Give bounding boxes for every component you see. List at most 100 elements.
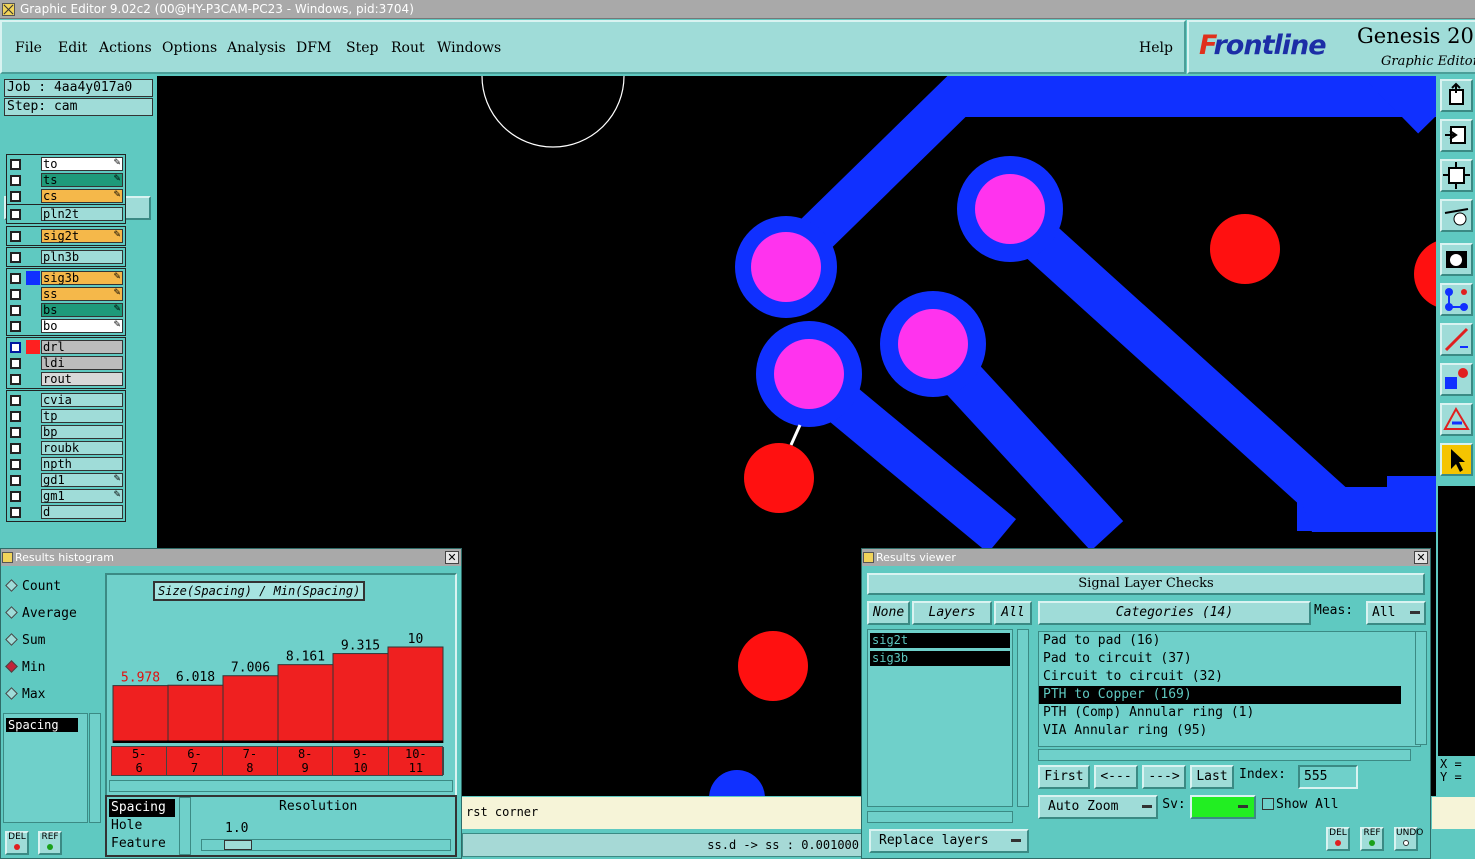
layer-display-checkbox[interactable] bbox=[10, 507, 21, 518]
list-item[interactable]: Spacing bbox=[109, 799, 175, 817]
menu-help[interactable]: Help bbox=[1139, 40, 1173, 56]
auto-zoom-dropdown[interactable]: Auto Zoom bbox=[1038, 795, 1158, 819]
layer-name[interactable]: roubk bbox=[41, 441, 123, 455]
layer-name[interactable]: bo bbox=[41, 319, 123, 333]
layer-display-checkbox[interactable] bbox=[10, 191, 21, 202]
mode-radio-average[interactable]: Average bbox=[5, 606, 77, 621]
layer-row-gd1[interactable]: gd1 ✎ bbox=[7, 472, 125, 488]
menu-edit[interactable]: Edit bbox=[58, 40, 87, 56]
meas-dropdown[interactable]: All bbox=[1366, 601, 1426, 625]
layer-row-bp[interactable]: bp bbox=[7, 424, 125, 440]
layer-row-sig2t[interactable]: sig2t ✎ bbox=[7, 228, 125, 244]
layer-name[interactable]: gd1 bbox=[41, 473, 123, 487]
layers-button[interactable]: Layers bbox=[912, 601, 992, 625]
layer-row-ldi[interactable]: ldi bbox=[7, 355, 125, 371]
category-list-scrollbar[interactable] bbox=[1415, 631, 1427, 745]
chart-scrollbar[interactable] bbox=[109, 780, 453, 792]
layer-display-checkbox[interactable] bbox=[10, 289, 21, 300]
layer-name[interactable]: cs bbox=[41, 189, 123, 203]
layer-row-roubk[interactable]: roubk bbox=[7, 440, 125, 456]
layer-row-npth[interactable]: npth bbox=[7, 456, 125, 472]
mode-radio-min[interactable]: Min bbox=[5, 660, 45, 675]
layer-display-checkbox[interactable] bbox=[10, 427, 21, 438]
layer-display-checkbox[interactable] bbox=[10, 374, 21, 385]
next-button[interactable]: ---> bbox=[1142, 765, 1186, 789]
layer-row-bs[interactable]: bs ✎ bbox=[7, 302, 125, 318]
ref-button[interactable]: REF bbox=[1360, 827, 1384, 851]
menu-windows[interactable]: Windows bbox=[437, 40, 501, 56]
histogram-bar[interactable] bbox=[112, 685, 169, 743]
layer-name[interactable]: rout bbox=[41, 372, 123, 386]
layer-row-gm1[interactable]: gm1 ✎ bbox=[7, 488, 125, 504]
layer-row-cvia[interactable]: cvia bbox=[7, 392, 125, 408]
layer-row-sig3b[interactable]: sig3b ✎ bbox=[7, 270, 125, 286]
layer-display-checkbox[interactable] bbox=[10, 175, 21, 186]
menu-step[interactable]: Step bbox=[346, 40, 378, 56]
layer-display-checkbox[interactable] bbox=[10, 395, 21, 406]
list-item[interactable]: Hole bbox=[109, 817, 175, 835]
layer-name[interactable]: drl bbox=[41, 340, 123, 354]
category-item[interactable]: PTH (Comp) Annular ring (1) bbox=[1039, 704, 1420, 722]
histogram-bar[interactable] bbox=[277, 664, 334, 743]
mode-radio-max[interactable]: Max bbox=[5, 687, 45, 702]
list-item[interactable]: sig2t bbox=[870, 633, 1010, 648]
layer-display-checkbox[interactable] bbox=[10, 305, 21, 316]
layer-display-checkbox[interactable] bbox=[10, 411, 21, 422]
layer-name[interactable]: ldi bbox=[41, 356, 123, 370]
sv-color-dropdown[interactable] bbox=[1190, 795, 1256, 819]
layer-row-rout[interactable]: rout bbox=[7, 371, 125, 387]
show-all-checkbox[interactable] bbox=[1262, 798, 1274, 810]
layer-name[interactable]: to bbox=[41, 157, 123, 171]
menu-dfm[interactable]: DFM bbox=[296, 40, 331, 56]
layer-name[interactable]: tp bbox=[41, 409, 123, 423]
index-input[interactable]: 555 bbox=[1298, 765, 1358, 789]
category-item[interactable]: VIA Annular ring (95) bbox=[1039, 722, 1420, 740]
layer-row-pln2t[interactable]: pln2t bbox=[7, 206, 125, 222]
list-item[interactable]: sig3b bbox=[870, 651, 1010, 666]
menu-analysis[interactable]: Analysis bbox=[227, 40, 286, 56]
layer-name[interactable]: cvia bbox=[41, 393, 123, 407]
layer-display-checkbox[interactable] bbox=[10, 358, 21, 369]
replace-layers-dropdown[interactable]: Replace layers bbox=[869, 829, 1029, 853]
layer-row-pln3b[interactable]: pln3b bbox=[7, 249, 125, 265]
layer-display-checkbox[interactable] bbox=[10, 459, 21, 470]
net-icon[interactable] bbox=[1440, 283, 1473, 316]
layer-name[interactable]: ts bbox=[41, 173, 123, 187]
layer-row-d[interactable]: d bbox=[7, 504, 125, 520]
histogram-bar[interactable] bbox=[387, 646, 444, 743]
categories-button[interactable]: Categories (14) bbox=[1038, 601, 1311, 625]
all-layers-button[interactable]: All bbox=[994, 601, 1032, 625]
category-item[interactable]: Pad to circuit (37) bbox=[1039, 650, 1420, 668]
close-icon[interactable]: ✕ bbox=[445, 551, 459, 564]
category-item[interactable]: PTH to Copper (169) bbox=[1039, 686, 1401, 704]
snapshot-icon[interactable] bbox=[1440, 243, 1473, 276]
pad-icon[interactable] bbox=[1440, 363, 1473, 396]
category-list[interactable]: Pad to pad (16) Pad to circuit (37) Circui… bbox=[1038, 631, 1421, 747]
layer-row-ss[interactable]: ss ✎ bbox=[7, 286, 125, 302]
del-button[interactable]: DEL bbox=[5, 831, 29, 855]
del-button[interactable]: DEL bbox=[1326, 827, 1350, 851]
histogram-bar[interactable] bbox=[332, 653, 389, 743]
layer-name[interactable]: sig2t bbox=[41, 229, 123, 243]
histogram-bar[interactable] bbox=[222, 675, 279, 743]
results-layer-list[interactable]: sig2t sig3b bbox=[867, 629, 1013, 807]
layer-row-cs[interactable]: cs ✎ bbox=[7, 188, 125, 204]
zoom-back-icon[interactable] bbox=[1440, 119, 1473, 152]
layer-row-tp[interactable]: tp bbox=[7, 408, 125, 424]
layer-display-checkbox[interactable] bbox=[10, 209, 21, 220]
layer-display-checkbox[interactable] bbox=[10, 231, 21, 242]
menu-actions[interactable]: Actions bbox=[99, 40, 152, 56]
histogram-bar[interactable] bbox=[167, 684, 224, 743]
home-icon[interactable] bbox=[1440, 79, 1473, 112]
menu-options[interactable]: Options bbox=[162, 40, 217, 56]
undo-button[interactable]: UNDO bbox=[1394, 827, 1423, 851]
resolution-slider[interactable] bbox=[201, 839, 451, 851]
last-button[interactable]: Last bbox=[1190, 765, 1234, 789]
close-icon[interactable]: ✕ bbox=[1414, 551, 1428, 564]
layer-name[interactable]: sig3b bbox=[41, 271, 123, 285]
menu-file[interactable]: File bbox=[15, 40, 42, 56]
layer-name[interactable]: npth bbox=[41, 457, 123, 471]
list-item[interactable]: Feature bbox=[109, 835, 175, 853]
layer-display-checkbox[interactable] bbox=[10, 443, 21, 454]
select-pointer-icon[interactable] bbox=[1440, 443, 1473, 476]
